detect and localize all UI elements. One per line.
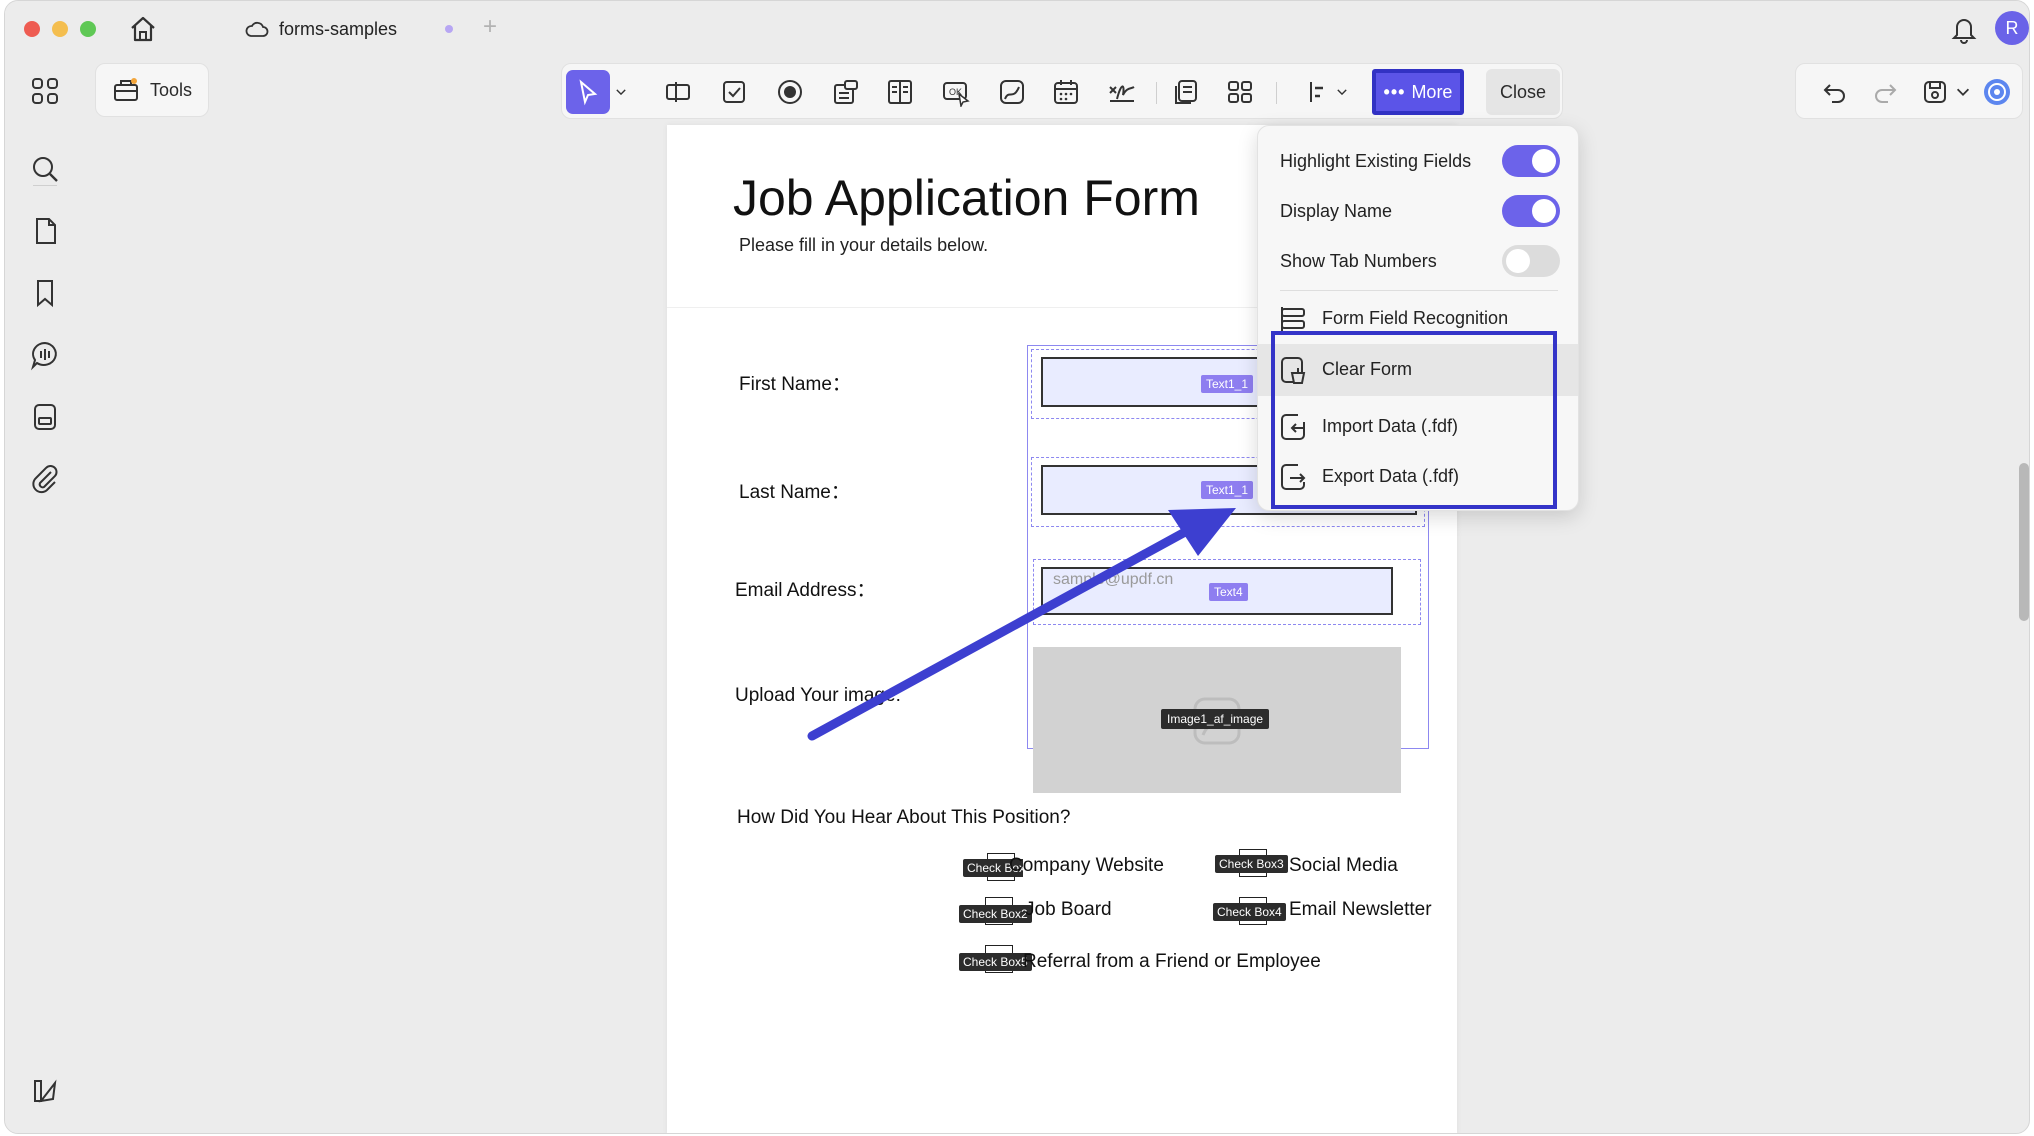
page-subtitle: Please fill in your details below. [739,235,989,255]
tools-button[interactable]: Tools [95,63,209,117]
button-tool-icon[interactable]: OK [938,74,974,110]
display-name-toggle[interactable] [1502,195,1560,227]
first-name-label: First Name： [739,374,851,395]
bookmark-icon[interactable] [29,277,61,309]
checkbox-label: Job Board [1025,899,1112,920]
app-window: forms-samples + R Tools OK ••• More Clos… [4,0,2030,1134]
unsaved-indicator [445,25,453,33]
form-field-recognition-label: Form Field Recognition [1322,308,1509,328]
right-toolbar [1795,63,2023,119]
title-bar: forms-samples + R [5,1,2029,57]
cloud-icon [245,21,269,37]
radio-button-tool-icon[interactable] [772,74,808,110]
duplicate-fields-icon[interactable] [1168,74,1204,110]
undo-icon[interactable] [1820,77,1850,107]
more-label: More [1411,81,1453,102]
redo-icon[interactable] [1870,77,1900,107]
attachment-icon[interactable] [29,463,61,495]
sidebar-toggle-icon[interactable] [29,1075,61,1107]
date-field-tool-icon[interactable] [1048,74,1084,110]
email-placeholder: sample@updf.cn [1053,571,1174,588]
close-button[interactable]: Close [1486,69,1560,115]
left-rail [5,57,83,1133]
checkbox-label: Referral from a Friend or Employee [1023,951,1321,972]
display-name-label: Display Name [1280,200,1393,221]
pointer-icon [579,79,598,106]
checkbox-tool-icon[interactable] [716,74,752,110]
checkbox-tag: Check Box2 [959,905,1032,923]
highlight-existing-fields-toggle[interactable] [1502,145,1560,177]
tools-label: Tools [150,79,193,100]
display-name-row[interactable]: Display Name [1258,186,1578,236]
checkbox-tag: Check Box3 [1215,855,1288,873]
toolbox-icon [114,78,138,101]
menu-divider [1280,290,1558,291]
combo-box-tool-icon[interactable] [828,74,864,110]
rail-divider [33,185,57,186]
align-dropdown-chevron-icon[interactable] [1332,74,1352,110]
bell-icon[interactable] [1949,13,1979,45]
save-icon[interactable] [1920,77,1950,107]
document-tab[interactable]: forms-samples [245,11,465,47]
comment-icon[interactable] [29,339,61,371]
email-field[interactable]: sample@updf.cn Text4 [1041,567,1393,615]
ai-assistant-icon[interactable] [1982,77,2012,107]
menu-highlight-annotation [1271,331,1557,509]
highlight-existing-fields-row[interactable]: Highlight Existing Fields [1258,136,1578,186]
toolbar-divider [1156,82,1157,104]
form-toolbar: OK ••• More Close [561,63,1563,119]
list-box-tool-icon[interactable] [882,74,918,110]
minimize-window-button[interactable] [52,21,68,37]
page-title: Job Application Form [733,170,1200,226]
email-field-tag: Text4 [1209,583,1248,601]
checkbox-label: Social Media [1289,855,1398,876]
tab-title: forms-samples [279,18,398,39]
last-name-label: Last Name： [739,482,850,503]
field-grid-icon[interactable] [1222,74,1258,110]
vertical-scrollbar[interactable] [2019,463,2029,621]
checkbox-label: Email Newsletter [1289,899,1432,920]
hear-about-label: How Did You Hear About This Position? [737,807,1071,828]
signature-tool-icon[interactable] [1104,74,1140,110]
show-tab-numbers-toggle[interactable] [1502,245,1560,277]
maximize-window-button[interactable] [80,21,96,37]
user-avatar[interactable]: R [1995,11,2029,45]
checkbox-tag: Check Box5 [959,953,1032,971]
more-button[interactable]: ••• More [1372,69,1464,115]
image-field-tool-icon[interactable] [994,74,1030,110]
upload-image-label: Upload Your image: [735,685,901,706]
new-tab-button[interactable]: + [483,14,497,40]
last-name-field-tag: Text1_1 [1200,481,1253,499]
image-upload-field[interactable]: Image1_af_image [1033,647,1401,793]
checkbox-tag: Check Box4 [1213,903,1286,921]
home-icon[interactable] [127,13,159,45]
grid-apps-icon[interactable] [29,75,61,107]
save-dropdown-chevron-icon[interactable] [1954,77,1972,107]
pointer-dropdown-chevron-icon[interactable] [610,74,632,110]
image-field-tag: Image1_af_image [1161,709,1270,729]
search-icon[interactable] [29,153,61,185]
more-dots-icon: ••• [1383,81,1406,102]
show-tab-numbers-row[interactable]: Show Tab Numbers [1258,236,1578,286]
email-label: Email Address： [735,580,876,601]
text-field-tool-icon[interactable] [660,74,696,110]
form-recognition-icon [1281,307,1305,331]
form-document-icon[interactable] [29,401,61,433]
checkbox-label: Company Website [1009,855,1164,877]
highlight-existing-fields-label: Highlight Existing Fields [1280,150,1472,171]
close-window-button[interactable] [24,21,40,37]
first-name-field-tag: Text1_1 [1200,375,1253,393]
show-tab-numbers-label: Show Tab Numbers [1280,250,1437,271]
select-pointer-button[interactable] [566,70,610,114]
toolbar-divider [1276,82,1277,104]
page-icon[interactable] [29,215,61,247]
